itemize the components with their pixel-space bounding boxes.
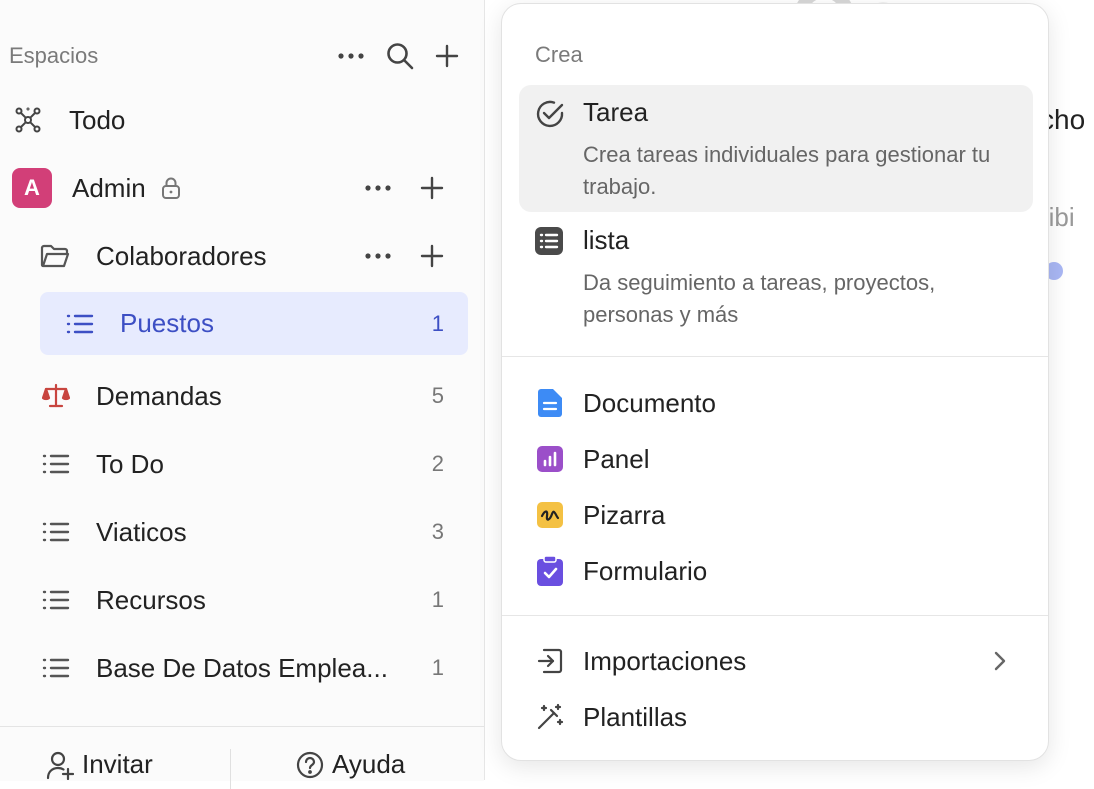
list-label: Demandas <box>96 380 222 411</box>
option-name: lista <box>583 225 630 255</box>
option-name: Importaciones <box>583 645 747 676</box>
list-icon <box>42 453 70 475</box>
sidebar-item-demandas[interactable]: Demandas 5 <box>0 365 470 427</box>
list-count: 5 <box>431 383 444 408</box>
menu-divider <box>502 356 1048 357</box>
create-form-option[interactable]: Formulario <box>535 551 1015 591</box>
help-label: Ayuda <box>332 749 406 779</box>
list-icon <box>42 521 70 543</box>
invite-label: Invitar <box>82 749 153 779</box>
plus-icon[interactable] <box>420 176 444 200</box>
sidebar-footer: Invitar Ayuda <box>0 726 484 789</box>
folder-icon <box>40 243 70 269</box>
folder-colaboradores[interactable]: Colaboradores <box>0 225 470 287</box>
space-name: Admin <box>72 172 146 203</box>
check-circle-icon <box>535 99 565 129</box>
chevron-right-icon <box>985 650 1015 672</box>
menu-divider <box>502 615 1048 616</box>
create-task-option[interactable]: Tarea Crea tareas individuales para gest… <box>519 85 1033 212</box>
create-menu: Crea Tarea Crea tareas individuales para… <box>501 3 1049 761</box>
more-horizontal-icon[interactable] <box>337 52 365 60</box>
list-count: 3 <box>431 519 444 544</box>
option-name: Documento <box>583 387 716 418</box>
folder-name: Colaboradores <box>96 240 267 271</box>
create-list-option[interactable]: lista Da seguimiento a tareas, proyectos… <box>519 213 1033 343</box>
search-icon[interactable] <box>385 41 415 71</box>
list-count: 1 <box>431 310 444 336</box>
import-icon <box>535 647 565 675</box>
plus-icon[interactable] <box>435 44 459 68</box>
hub-icon <box>14 106 42 134</box>
list-label: Puestos <box>120 308 214 338</box>
invite-button[interactable]: Invitar <box>46 749 153 780</box>
sidebar-item-base-datos[interactable]: Base De Datos Emplea... 1 <box>0 637 470 699</box>
document-icon <box>535 389 565 417</box>
option-name: Panel <box>583 443 650 474</box>
more-horizontal-icon[interactable] <box>364 184 392 192</box>
more-horizontal-icon[interactable] <box>364 252 392 260</box>
spaces-title: Espacios <box>9 43 99 68</box>
lock-icon <box>160 176 182 200</box>
list-icon <box>66 313 94 335</box>
option-description: Da seguimiento a tareas, proyectos, pers… <box>583 270 936 327</box>
list-count: 1 <box>431 587 444 612</box>
list-icon <box>42 657 70 679</box>
sidebar-item-puestos[interactable]: Puestos 1 <box>40 292 468 355</box>
list-count: 2 <box>431 451 444 476</box>
space-admin[interactable]: A Admin <box>0 157 470 219</box>
help-icon <box>296 751 324 779</box>
add-user-icon <box>46 750 74 780</box>
option-name: Pizarra <box>583 499 666 530</box>
option-name: Plantillas <box>583 701 688 732</box>
footer-divider <box>230 749 231 789</box>
list-label: To Do <box>96 448 164 479</box>
imports-option[interactable]: Importaciones <box>535 641 1015 681</box>
sidebar-item-viaticos[interactable]: Viaticos 3 <box>0 501 470 563</box>
form-icon <box>535 556 565 586</box>
whiteboard-icon <box>535 502 565 528</box>
plus-icon[interactable] <box>420 244 444 268</box>
option-name: Tarea <box>583 97 649 127</box>
magic-wand-icon <box>535 703 565 731</box>
create-document-option[interactable]: Documento <box>535 383 1015 423</box>
scales-icon <box>42 383 70 409</box>
list-count: 1 <box>431 655 444 680</box>
option-name: Formulario <box>583 555 708 586</box>
spaces-header: Espacios <box>9 38 469 74</box>
list-box-icon <box>535 227 563 255</box>
templates-option[interactable]: Plantillas <box>535 697 1015 737</box>
create-whiteboard-option[interactable]: Pizarra <box>535 495 1015 535</box>
menu-section-title: Crea <box>535 42 583 67</box>
help-button[interactable]: Ayuda <box>296 749 405 780</box>
sidebar: Espacios Todo A Admin Colaboradores Pues… <box>0 0 485 789</box>
sidebar-item-todo[interactable]: To Do 2 <box>0 433 470 495</box>
create-dashboard-option[interactable]: Panel <box>535 439 1015 479</box>
avatar: A <box>12 168 52 208</box>
list-label: Recursos <box>96 584 206 615</box>
sidebar-item-recursos[interactable]: Recursos 1 <box>0 569 470 631</box>
list-icon <box>42 589 70 611</box>
list-label: Viaticos <box>96 516 187 547</box>
list-label: Base De Datos Emplea... <box>96 652 388 683</box>
sidebar-item-all[interactable]: Todo <box>0 89 470 151</box>
option-description: Crea tareas individuales para gestionar … <box>583 142 991 199</box>
sidebar-item-label: Todo <box>69 104 126 135</box>
dashboard-icon <box>535 446 565 472</box>
